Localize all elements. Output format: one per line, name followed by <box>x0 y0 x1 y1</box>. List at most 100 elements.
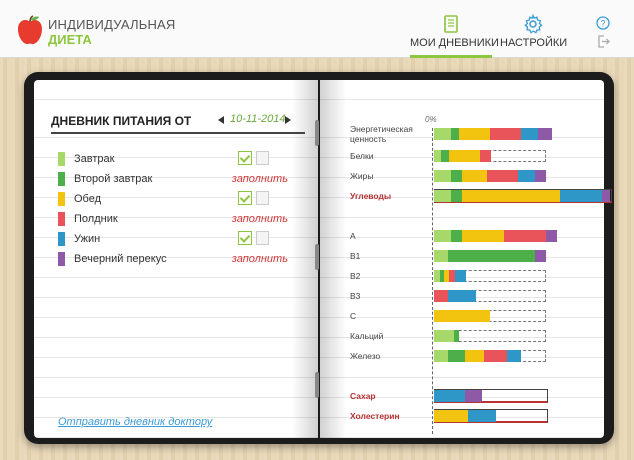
nutrient-bar-segment <box>467 410 496 422</box>
nutrient-label: Энергетическая ценность <box>350 124 413 144</box>
nutrient-bar <box>434 310 490 322</box>
nutrient-label: C <box>350 311 357 321</box>
app-header: ИНДИВИДУАЛЬНАЯ ДИЕТА МОИ ДНЕВНИКИ НАСТРО… <box>0 0 634 58</box>
logout-icon[interactable] <box>597 35 610 48</box>
nutrient-bar <box>434 290 476 302</box>
nutrient-bar-segment <box>559 190 602 202</box>
help-icon[interactable]: ? <box>596 16 610 30</box>
nutrient-bar-segment <box>503 230 546 242</box>
meal-row[interactable]: Полдник заполнить <box>58 210 288 230</box>
nutrient-row: B3 <box>320 286 604 306</box>
nutrient-bar-segment <box>517 170 535 182</box>
binder-clip <box>315 372 319 398</box>
nutrient-bar-segment <box>450 230 462 242</box>
nutrient-bar <box>434 410 496 422</box>
gear-icon <box>524 14 543 34</box>
nutrient-bar-segment <box>441 150 450 162</box>
meal-color-swatch <box>58 172 65 186</box>
nutrient-bar-segment <box>545 230 558 242</box>
meal-color-swatch <box>58 252 65 266</box>
percent-zero-label: 0% <box>425 115 437 124</box>
nutrient-bar-segment <box>434 190 451 202</box>
nutrient-bar-segment <box>489 128 521 140</box>
meal-color-swatch <box>58 232 65 246</box>
send-to-doctor-link[interactable]: Отправить дневник доктору <box>58 416 212 428</box>
nutrient-bar-segment <box>450 190 462 202</box>
nutrient-bar <box>434 270 467 282</box>
nutrient-bar-segment <box>461 230 504 242</box>
nutrient-bar-segment <box>534 170 546 182</box>
meal-name: Ужин <box>74 233 101 245</box>
nutrient-label: Кальций <box>350 331 384 341</box>
nutrient-bar <box>434 128 552 140</box>
nutrient-bar-segment <box>453 330 460 342</box>
apple-logo-icon[interactable] <box>16 14 44 46</box>
meal-row[interactable]: Второй завтрак заполнить <box>58 170 288 190</box>
nutrient-label: B1 <box>350 251 361 261</box>
meal-check-icon[interactable] <box>238 231 252 245</box>
meal-name: Завтрак <box>74 153 115 165</box>
diary-notebook: ДНЕВНИК ПИТАНИЯ ОТ 10-11-2014 Завтрак Вто… <box>24 72 614 444</box>
nutrient-bar-segment <box>434 290 448 302</box>
nutrient-bar-segment <box>534 250 546 262</box>
nutrient-row: Жиры <box>320 166 604 186</box>
meal-row[interactable]: Завтрак <box>58 150 288 170</box>
meal-name: Второй завтрак <box>74 173 153 185</box>
meal-check-icon[interactable] <box>238 191 252 205</box>
nutrient-label: Жиры <box>350 171 374 181</box>
nutrient-row: Белки <box>320 146 604 166</box>
meal-edit-icon[interactable] <box>256 231 269 245</box>
diary-book-icon <box>444 15 458 33</box>
nutrient-bar <box>434 170 546 182</box>
nutrient-bar <box>434 390 482 402</box>
meal-fill-link[interactable]: заполнить <box>232 213 288 225</box>
nav-my-diaries[interactable]: МОИ ДНЕВНИКИ <box>410 0 499 58</box>
nutrient-label: Железо <box>350 351 381 361</box>
date-prev-arrow-icon[interactable] <box>218 116 224 124</box>
nutrient-label: Сахар <box>350 391 376 401</box>
meal-edit-icon[interactable] <box>256 151 269 165</box>
meal-name: Обед <box>74 193 102 205</box>
nutrient-bar-segment <box>480 150 492 162</box>
meal-row[interactable]: Ужин <box>58 230 288 250</box>
nutrient-bar-segment <box>434 390 465 402</box>
nutrient-bar-segment <box>448 290 476 302</box>
diary-date[interactable]: 10-11-2014 <box>230 113 285 125</box>
meal-fill-link[interactable]: заполнить <box>232 253 288 265</box>
meal-color-swatch <box>58 152 65 166</box>
nutrient-row: B1 <box>320 246 604 266</box>
diary-title: ДНЕВНИК ПИТАНИЯ ОТ <box>51 114 192 128</box>
nutrient-bar <box>434 150 492 162</box>
nutrient-bar-segment <box>461 170 488 182</box>
meal-name: Полдник <box>74 213 118 225</box>
meal-check-icon[interactable] <box>238 151 252 165</box>
nutrient-bar-segment <box>520 128 538 140</box>
meal-row[interactable]: Вечерний перекус заполнить <box>58 250 288 270</box>
nutrient-row: Кальций <box>320 326 604 346</box>
nutrient-bar-segment <box>449 150 481 162</box>
nutrient-bar-segment <box>434 350 448 362</box>
meal-fill-link[interactable]: заполнить <box>232 173 288 185</box>
nutrient-bar <box>434 250 546 262</box>
nutrient-bar-segment <box>434 150 441 162</box>
nutrient-bar-segment <box>434 170 451 182</box>
nutrient-bar-segment <box>601 190 611 202</box>
nutrient-row: Холестерин <box>320 406 604 426</box>
nutrient-bar <box>434 230 558 242</box>
meal-edit-icon[interactable] <box>256 191 269 205</box>
nav-settings[interactable]: НАСТРОЙКИ <box>500 0 567 58</box>
meal-row[interactable]: Обед <box>58 190 288 210</box>
nutrient-label: B3 <box>350 291 361 301</box>
nutrient-bar-segment <box>434 250 448 262</box>
nutrient-row: A <box>320 226 604 246</box>
svg-text:?: ? <box>600 19 605 29</box>
nutrient-bar-segment <box>506 350 521 362</box>
nutrient-bar-segment <box>450 170 462 182</box>
nutrient-bar-segment <box>434 128 451 140</box>
date-next-arrow-icon[interactable] <box>285 116 291 124</box>
diary-right-page: 0% Энергетическая ценность Белки Жиры Углев… <box>320 80 613 438</box>
meal-color-swatch <box>58 192 65 206</box>
nutrient-bar-segment <box>434 230 451 242</box>
nutrient-bar-segment <box>537 128 552 140</box>
nutrient-bar-segment <box>448 350 465 362</box>
